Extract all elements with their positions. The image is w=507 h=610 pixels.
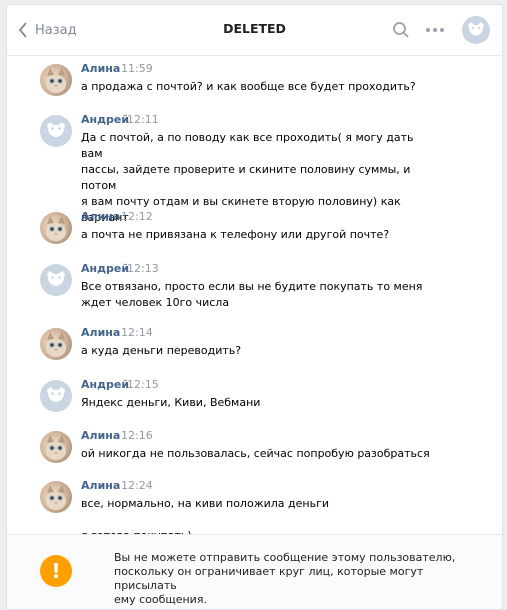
avatar[interactable] [40, 212, 72, 244]
message-text: все, нормально, на киви положила деньгия… [81, 496, 431, 534]
message-text: а куда деньги переводить? [81, 343, 431, 359]
message-author[interactable]: Андрей [81, 262, 129, 275]
vk-dog-icon[interactable] [40, 115, 72, 147]
message-line: а почта не привязана к телефону или друг… [81, 228, 390, 241]
avatar[interactable] [40, 431, 72, 463]
notice-line: Вы не можете отправить сообщение этому п… [114, 551, 456, 564]
message-time[interactable]: 12:12 [121, 210, 153, 223]
message-line: все, нормально, на киви положила деньги [81, 497, 329, 510]
message-time[interactable]: 12:11 [127, 113, 159, 126]
avatar[interactable] [40, 328, 72, 360]
warning-icon: ! [40, 555, 72, 587]
search-icon[interactable] [392, 21, 410, 39]
avatar[interactable] [40, 64, 72, 96]
message-line: Яндекс деньги, Киви, Вебмани [81, 396, 261, 409]
message-text: Яндекс деньги, Киви, Вебмани [81, 395, 431, 411]
message-time[interactable]: 12:15 [127, 378, 159, 391]
message-author[interactable]: Андрей [81, 378, 129, 391]
message-author[interactable]: Алина [81, 326, 120, 339]
message-text: а продажа с почтой? и как вообще все буд… [81, 79, 431, 95]
message-time[interactable]: 11:59 [121, 62, 153, 75]
message-time[interactable]: 12:14 [121, 326, 153, 339]
message-author[interactable]: Алина [81, 429, 120, 442]
send-restriction-notice: ! Вы не можете отправить сообщение этому… [7, 534, 502, 609]
message-line: а продажа с почтой? и как вообще все буд… [81, 80, 416, 93]
avatar[interactable] [40, 481, 72, 513]
vk-dog-icon [468, 22, 484, 36]
message-author[interactable]: Алина [81, 479, 120, 492]
message-line [81, 512, 431, 528]
notice-line: ему сообщения. [114, 593, 207, 606]
message-line: я вам почту отдам и вы скинете вторую по… [81, 195, 401, 208]
message-line: а куда деньги переводить? [81, 344, 242, 357]
message-line: Все отвязано, просто если вы не будите п… [81, 280, 423, 293]
message-text: Все отвязано, просто если вы не будите п… [81, 279, 431, 311]
message-author[interactable]: Алина [81, 62, 120, 75]
vk-dog-icon[interactable] [40, 380, 72, 412]
more-icon[interactable] [425, 21, 445, 39]
message-line: Да с почтой, а по поводу как все проходи… [81, 131, 414, 160]
message-time[interactable]: 12:16 [121, 429, 153, 442]
message-time[interactable]: 12:13 [127, 262, 159, 275]
notice-text: Вы не можете отправить сообщение этому п… [114, 551, 464, 607]
message-line: ой никогда не пользовалась, сейчас попро… [81, 447, 430, 460]
message-text: а почта не привязана к телефону или друг… [81, 227, 431, 243]
message-list[interactable]: Алина 11:59 а продажа с почтой? и как вооб… [7, 56, 502, 534]
message-author[interactable]: Алина [81, 210, 120, 223]
message-line: ждет человек 10го числа [81, 296, 230, 309]
message-author[interactable]: Андрей [81, 113, 129, 126]
chat-panel: Назад DELETED Алина 11:59 а продажа с почт… [6, 4, 503, 610]
notice-line: поскольку он ограничивает круг лиц, кото… [114, 565, 424, 592]
message-time[interactable]: 12:24 [121, 479, 153, 492]
message-text: ой никогда не пользовалась, сейчас попро… [81, 446, 431, 462]
vk-dog-icon[interactable] [40, 264, 72, 296]
header-avatar[interactable] [462, 16, 490, 44]
message-line: пассы, зайдете проверите и скините полов… [81, 163, 411, 192]
chat-header: Назад DELETED [7, 5, 502, 56]
